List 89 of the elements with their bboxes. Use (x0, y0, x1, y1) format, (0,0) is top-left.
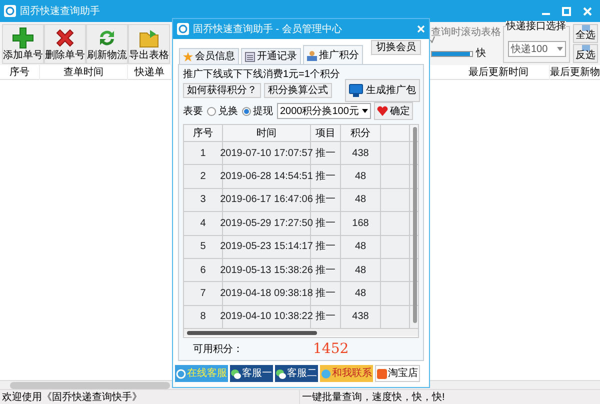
contact-button[interactable]: 客服一 (230, 365, 273, 382)
cross-icon (54, 26, 76, 48)
dropdown[interactable]: 快递100 (508, 41, 566, 57)
table-cell: 推一 (311, 212, 341, 235)
person-icon (307, 50, 317, 60)
app-logo-icon (4, 5, 16, 17)
table-cell: 推一 (311, 282, 341, 305)
plus-icon (12, 26, 34, 48)
table-cell: 168 (341, 212, 381, 235)
table-cell: 48 (341, 258, 381, 282)
radio-label: 兑换 (218, 104, 238, 118)
table-cell: 推一 (311, 142, 341, 164)
status-text: 一键批量查询，速度快，快，快! (301, 390, 445, 404)
window-icon (582, 45, 590, 51)
table-cell: 438 (341, 306, 381, 328)
select-button[interactable]: 全选 (573, 24, 598, 43)
close-icon (417, 25, 425, 33)
column-header[interactable]: 项目 (311, 125, 341, 141)
checkbox-label: 查询时滚动表格 (431, 26, 501, 40)
table-cell: 2019-05-13 15:38:26 (223, 258, 311, 282)
table-cell: 推一 (311, 236, 341, 258)
table-cell: 438 (341, 142, 381, 164)
select-button[interactable]: 反选 (573, 44, 598, 63)
slider-label: 快 (476, 46, 486, 61)
help-button[interactable]: 如何获得积分？ (183, 83, 261, 98)
caret-icon (557, 47, 563, 51)
star-icon (183, 52, 193, 62)
table-cell: 推一 (311, 165, 341, 188)
confirm-button[interactable]: 确定 (374, 102, 413, 120)
table-cell: 2019-06-28 14:54:51 (223, 165, 311, 188)
column-header[interactable]: 最后更新物 (550, 65, 600, 80)
radio-label: 提现 (253, 104, 273, 118)
chat-icon (231, 368, 241, 378)
hint-text: 推广下线或下下线消费1元=1个积分 (183, 69, 340, 81)
toolbar-button[interactable]: 导出表格 (128, 24, 170, 64)
contact-button[interactable]: 和我联系 (320, 365, 373, 382)
toolbar-button[interactable]: 删除单号 (44, 24, 86, 64)
vertical-scrollbar[interactable] (413, 127, 417, 323)
table-cell: 推一 (311, 258, 341, 282)
action-label: 表要 (183, 104, 203, 118)
dropdown-value: 快递100 (511, 42, 548, 56)
points-label: 可用积分： (193, 342, 244, 356)
table-cell: 推一 (311, 306, 341, 328)
heart-icon (376, 106, 388, 116)
maximize-icon (562, 6, 571, 16)
exchange-dropdown[interactable]: 2000积分换100元 (277, 103, 371, 119)
app-logo-icon (177, 23, 189, 35)
contact-button[interactable]: 客服二 (275, 365, 318, 382)
help-button[interactable]: 积分换算公式 (264, 83, 332, 98)
table-cell: 48 (341, 282, 381, 305)
minimize-icon (542, 13, 550, 15)
dialog-title: 固乔快速查询助手 - 会员管理中心 (193, 22, 342, 36)
package-button[interactable]: 生成推广包 (345, 79, 420, 102)
contact-button[interactable]: 淘宝店 (375, 365, 420, 382)
column-header[interactable]: 序号 (184, 125, 223, 141)
table-cell: 48 (341, 188, 381, 212)
table-cell: 2019-07-10 17:07:57 (223, 142, 311, 164)
toolbar-button[interactable]: 刷新物流 (86, 24, 128, 64)
table-cell: 2019-05-29 17:27:50 (223, 212, 311, 235)
tab[interactable]: 会员信息 (179, 48, 239, 65)
chat-icon (276, 368, 286, 378)
column-header[interactable]: 时间 (223, 125, 311, 141)
table-cell: 2019-04-10 10:38:22 (223, 306, 311, 328)
table-cell: 2019-05-23 15:14:17 (223, 236, 311, 258)
table-cell: 48 (341, 236, 381, 258)
calendar-icon (245, 52, 255, 62)
table-cell: 48 (341, 165, 381, 188)
points-value: 1452 (313, 340, 349, 358)
group-title: 快递接口选择 (506, 21, 566, 32)
table-cell: 2019-06-17 16:47:06 (223, 188, 311, 212)
headset-icon (176, 368, 186, 378)
slider-track[interactable] (431, 50, 473, 56)
close-icon (583, 6, 592, 16)
window-icon (582, 25, 590, 31)
dropdown-value: 2000积分换100元 (280, 104, 359, 118)
status-text: 欢迎使用《固乔快递查询快手》 (0, 390, 300, 404)
radio-button[interactable] (242, 106, 251, 116)
table-cell: 推一 (311, 188, 341, 212)
horizontal-scrollbar[interactable] (184, 329, 418, 336)
column-header[interactable]: 积分 (341, 125, 381, 141)
caret-icon (362, 109, 368, 113)
switch-member-button[interactable]: 切换会员 (371, 40, 421, 55)
radio-button[interactable] (207, 106, 216, 116)
window-title: 固乔快速查询助手 (20, 4, 100, 18)
monitor-icon (349, 84, 363, 97)
tab[interactable]: 开通记录 (241, 48, 301, 65)
tab[interactable]: 推广积分 (303, 45, 363, 65)
table-cell: 2019-04-18 09:38:18 (223, 282, 311, 305)
toolbar-button[interactable]: 添加单号 (2, 24, 44, 64)
